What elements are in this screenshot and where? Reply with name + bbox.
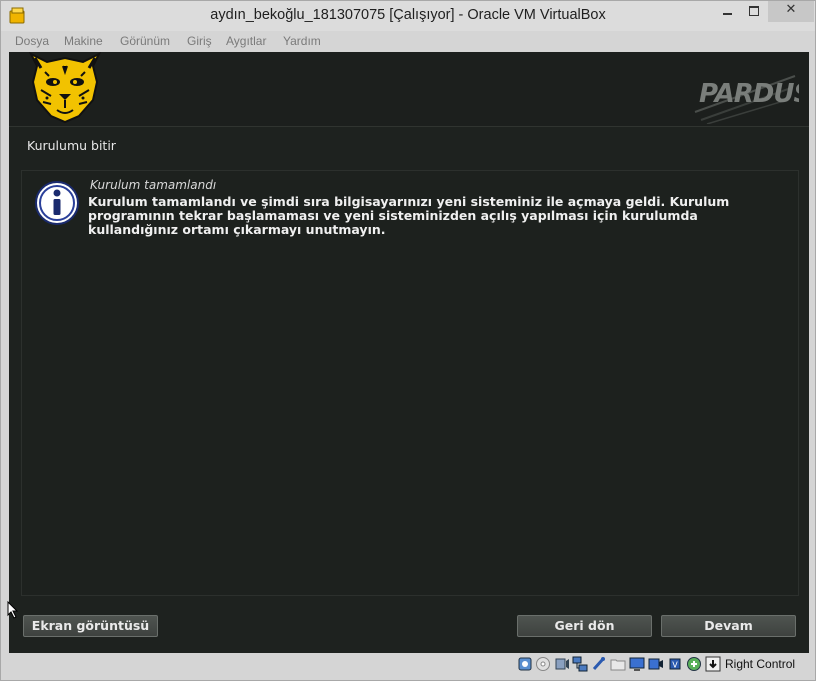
usb-icon[interactable] [591,656,607,672]
window-title: aydın_bekoğlu_181307075 [Çalışıyor] - Or… [210,7,606,23]
maximize-button[interactable] [741,1,768,22]
optical-drive-icon[interactable] [535,656,551,672]
keyboard-icon[interactable] [705,656,721,672]
minimize-button[interactable] [714,1,741,22]
cpu-icon[interactable]: V [667,656,683,672]
menu-bar: Dosya Makine Görünüm Giriş Aygıtlar Yard… [1,31,815,51]
title-bar[interactable]: aydın_bekoğlu_181307075 [Çalışıyor] - Or… [1,1,815,31]
virtualbox-window: aydın_bekoğlu_181307075 [Çalışıyor] - Or… [0,0,816,681]
next-button[interactable]: Devam [661,615,796,637]
mouse-integration-icon[interactable] [686,656,702,672]
shared-folders-icon[interactable] [610,656,626,672]
close-icon: ✕ [785,2,797,17]
mouse-cursor-icon [7,601,19,619]
screenshot-button[interactable]: Ekran görüntüsü [23,615,158,637]
back-button[interactable]: Geri dön [517,615,652,637]
audio-icon[interactable] [554,656,570,672]
message-body: Kurulum tamamlandı ve şimdi sıra bilgisa… [88,194,730,237]
menu-giris[interactable]: Giriş [187,34,212,48]
close-button[interactable]: ✕ [768,1,814,22]
info-icon [35,181,79,225]
network-icon[interactable] [572,656,588,672]
display-icon[interactable] [629,656,645,672]
menu-gorunum[interactable]: Görünüm [120,34,170,48]
menu-aygitlar[interactable]: Aygıtlar [226,34,266,48]
video-capture-icon[interactable] [648,656,664,672]
svg-text:V: V [672,661,678,670]
installer-header: PARDUS [9,52,809,127]
menu-makine[interactable]: Makine [64,34,103,48]
menu-yardim[interactable]: Yardım [283,34,321,48]
pardus-wordmark-logo: PARDUS [694,75,799,124]
pardus-cheetah-logo [28,52,102,124]
message-panel: Kurulum tamamlandı Kurulum tamamlandı ve… [21,170,799,596]
pardus-wordmark-text: PARDUS [699,79,799,109]
hard-disk-icon[interactable] [517,656,533,672]
host-key-label: Right Control [725,657,796,671]
message-title: Kurulum tamamlandı [90,178,217,192]
status-bar: V Right Control [1,653,815,680]
vm-display[interactable]: PARDUS Kurulumu bitir Kurulum tamamlandı… [9,52,809,653]
section-title: Kurulumu bitir [27,138,116,153]
menu-dosya[interactable]: Dosya [15,34,49,48]
